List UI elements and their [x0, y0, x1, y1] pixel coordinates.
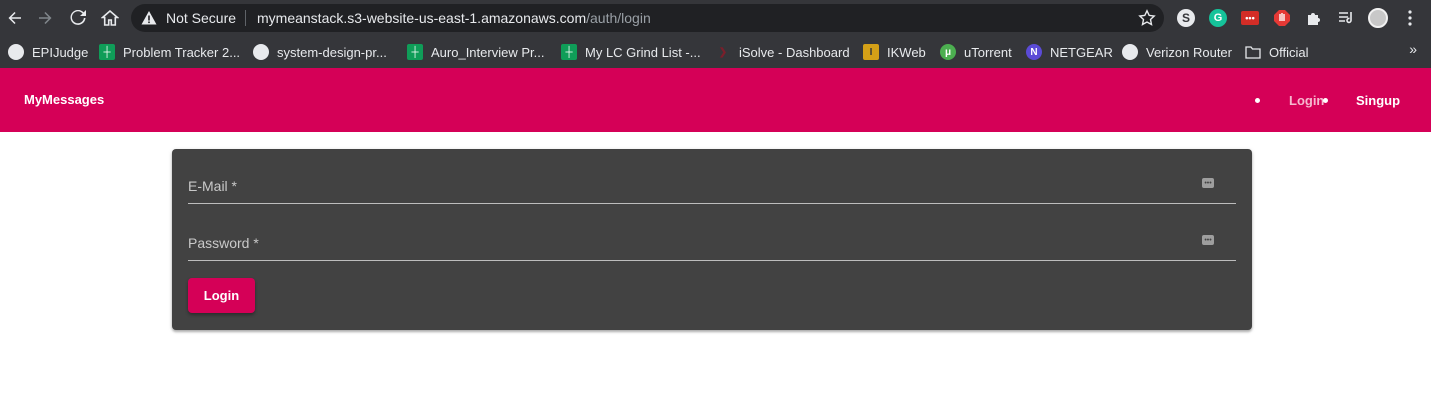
address-separator — [245, 10, 246, 26]
netgear-icon: N — [1026, 44, 1042, 60]
bookmark-label: uTorrent — [964, 44, 1012, 60]
isolve-icon: ❯ — [718, 46, 728, 58]
bookmark-item[interactable]: EPIJudge — [8, 42, 88, 62]
url-path: /auth/login — [586, 10, 651, 26]
media-queue-icon[interactable] — [1336, 8, 1356, 28]
url-host: mymeanstack.s3-website-us-east-1.amazona… — [257, 10, 587, 26]
forward-arrow-icon — [39, 12, 52, 24]
password-input[interactable] — [188, 229, 1188, 257]
email-input[interactable] — [188, 172, 1188, 200]
profile-s-icon[interactable]: S — [1176, 8, 1196, 28]
login-button[interactable]: Login — [188, 278, 255, 313]
sheets-icon: ┼ — [561, 44, 577, 60]
globe-icon — [8, 44, 24, 60]
app-toolbar: MyMessages Login Singup — [0, 68, 1431, 132]
address-bar[interactable]: Not Secure mymeanstack.s3-website-us-eas… — [131, 4, 1164, 32]
bookmark-item[interactable]: ❯ iSolve - Dashboard — [715, 42, 850, 62]
bookmark-label: IKWeb — [887, 44, 926, 60]
bookmark-label: Official — [1269, 44, 1309, 60]
bookmarks-bar: EPIJudge ┼ Problem Tracker 2... system-de… — [0, 36, 1431, 68]
browser-toolbar: Not Secure mymeanstack.s3-website-us-eas… — [0, 0, 1431, 36]
utorrent-icon: μ — [940, 44, 956, 60]
folder-icon — [1245, 44, 1261, 60]
password-manager-icon[interactable]: ••• — [1202, 178, 1214, 188]
bookmark-label: Problem Tracker 2... — [123, 44, 241, 60]
password-field[interactable]: Password * ••• — [188, 221, 1236, 261]
bookmark-folder[interactable]: Official — [1245, 42, 1309, 62]
bookmark-item[interactable]: μ uTorrent — [940, 42, 1012, 62]
reload-button[interactable] — [66, 6, 90, 30]
brand-title[interactable]: MyMessages — [24, 92, 104, 107]
warning-icon — [141, 11, 157, 25]
nav-signup-link[interactable]: Singup — [1356, 93, 1400, 108]
back-button[interactable] — [3, 6, 27, 30]
reload-icon — [70, 10, 86, 25]
bookmark-label: Auro_Interview Pr... — [431, 44, 545, 60]
bookmark-item[interactable]: ┼ Problem Tracker 2... — [99, 42, 240, 62]
forward-button[interactable] — [33, 6, 57, 30]
nav-bullet — [1323, 98, 1328, 103]
sheets-icon: ┼ — [99, 44, 115, 60]
menu-kebab-icon[interactable] — [1400, 8, 1420, 28]
bookmark-label: NETGEAR — [1050, 44, 1113, 60]
bookmark-label: Verizon Router — [1146, 44, 1232, 60]
ikweb-icon: I — [863, 44, 879, 60]
email-field[interactable]: E-Mail * ••• — [188, 164, 1236, 204]
bookmark-item[interactable]: ┼ My LC Grind List -... — [561, 42, 701, 62]
url-text[interactable]: mymeanstack.s3-website-us-east-1.amazona… — [257, 10, 651, 26]
nav-login-link[interactable]: Login — [1289, 93, 1324, 108]
bookmark-label: My LC Grind List -... — [585, 44, 701, 60]
bookmark-item[interactable]: N NETGEAR — [1026, 42, 1113, 62]
more-bookmarks-button[interactable]: » — [1409, 41, 1417, 57]
sheets-icon: ┼ — [407, 44, 423, 60]
bookmark-item[interactable]: ┼ Auro_Interview Pr... — [407, 42, 544, 62]
bookmark-label: iSolve - Dashboard — [739, 44, 850, 60]
bookmark-star-icon[interactable] — [1138, 9, 1156, 27]
grammarly-icon[interactable]: G — [1208, 8, 1228, 28]
home-button[interactable] — [98, 6, 122, 30]
bookmark-item[interactable]: system-design-pr... — [253, 42, 387, 62]
avatar[interactable] — [1368, 8, 1388, 28]
security-label[interactable]: Not Secure — [166, 10, 236, 26]
password-manager-icon[interactable]: ••• — [1202, 235, 1214, 245]
nav-bullet — [1255, 98, 1260, 103]
home-icon — [101, 9, 119, 26]
bookmark-item[interactable]: Verizon Router — [1122, 42, 1232, 62]
back-arrow-icon — [8, 12, 21, 24]
globe-icon — [1122, 44, 1138, 60]
extensions-puzzle-icon[interactable] — [1304, 8, 1324, 28]
bookmark-label: EPIJudge — [32, 44, 89, 60]
lastpass-icon[interactable]: ••• — [1240, 8, 1260, 28]
bookmark-label: system-design-pr... — [277, 44, 387, 60]
bookmark-item[interactable]: I IKWeb — [863, 42, 926, 62]
login-card: E-Mail * ••• Password * ••• Login — [172, 149, 1252, 330]
adblock-icon[interactable] — [1272, 8, 1292, 28]
github-icon — [253, 44, 269, 60]
